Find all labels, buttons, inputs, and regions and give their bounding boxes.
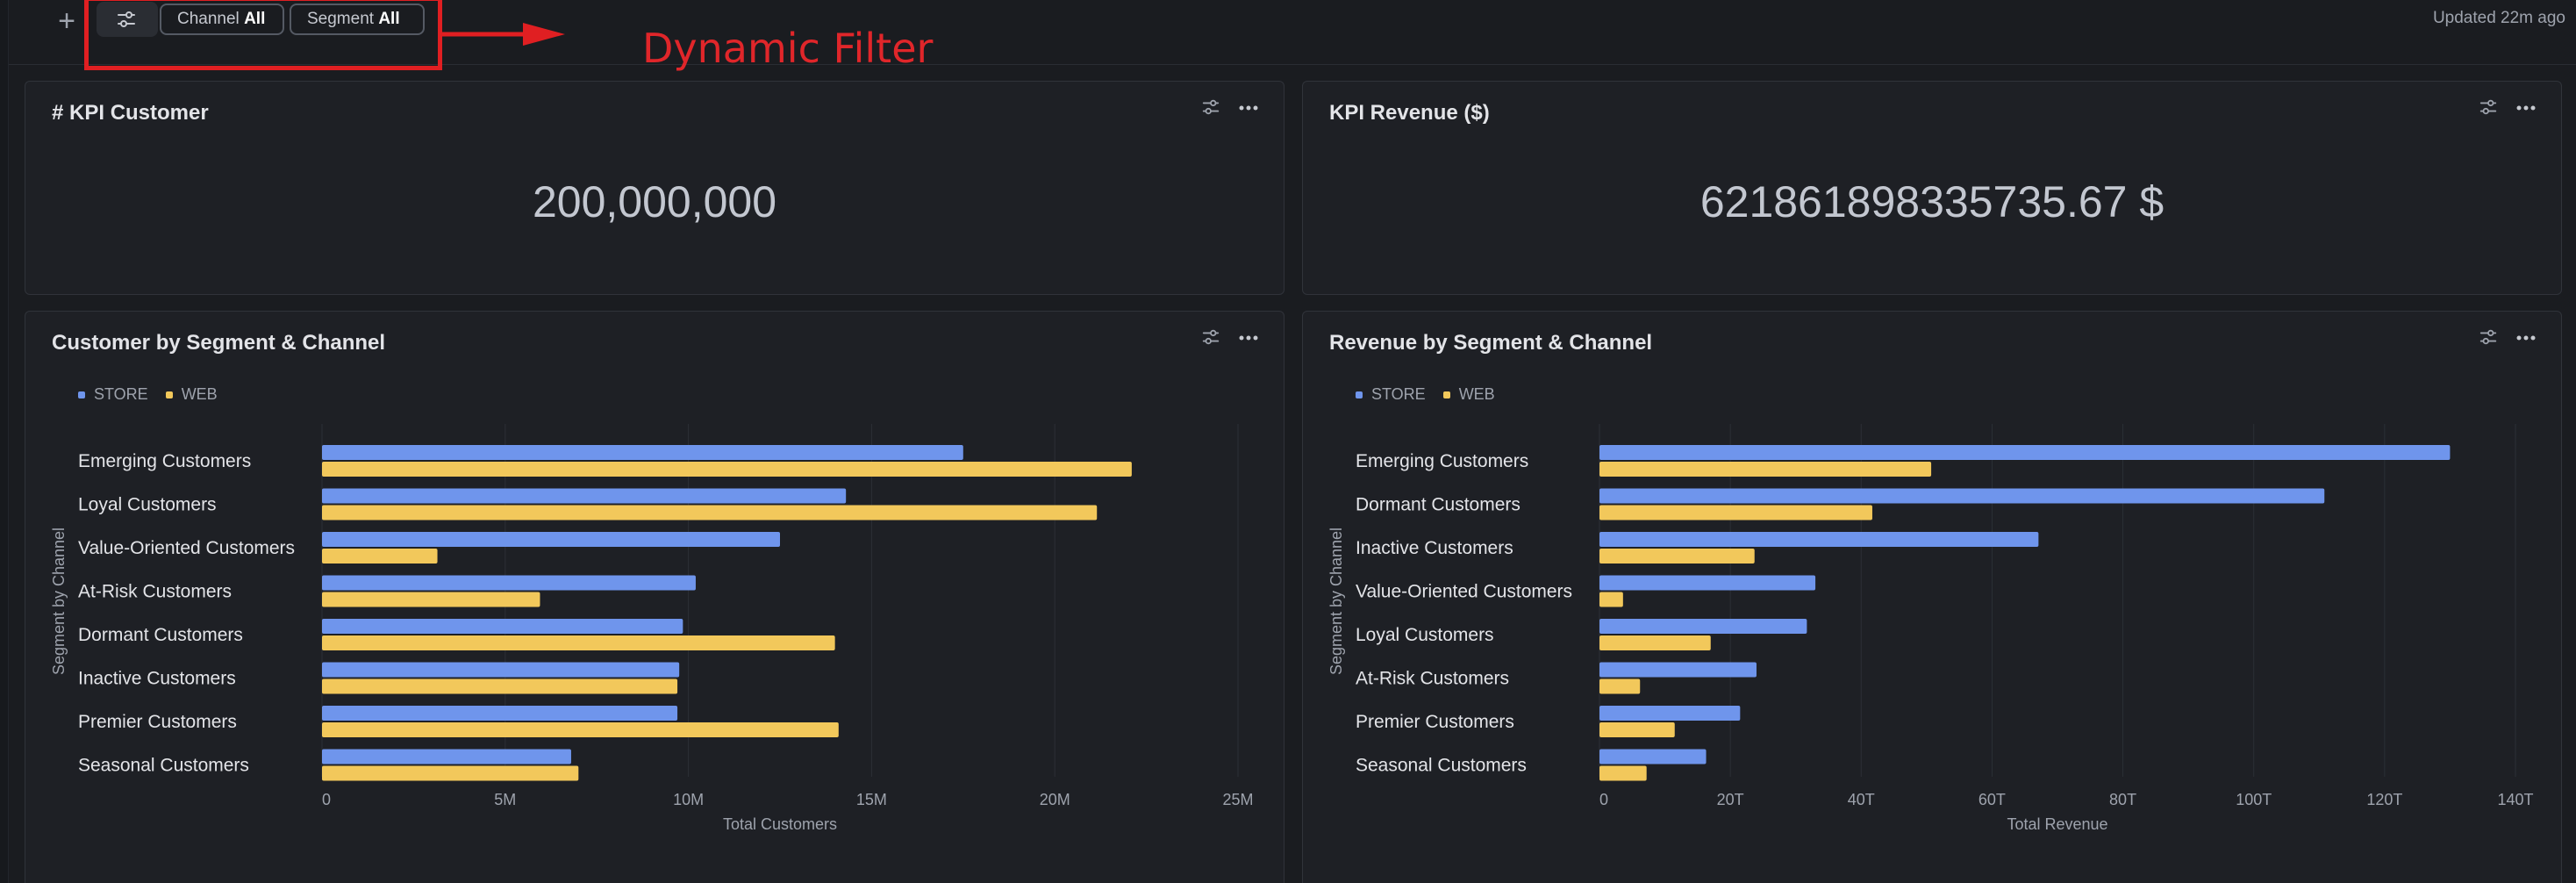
x-axis-title: Total Revenue <box>2007 815 2107 833</box>
y-category-label: Inactive Customers <box>1356 538 1513 558</box>
bar-store[interactable] <box>322 575 696 591</box>
x-tick-label: 140T <box>2497 791 2533 808</box>
bar-store[interactable] <box>1599 532 2039 547</box>
bar-store[interactable] <box>1599 662 1757 678</box>
more-icon[interactable] <box>1238 99 1259 117</box>
sliders-icon[interactable] <box>2479 97 2498 117</box>
bar-web[interactable] <box>322 549 438 564</box>
bar-store[interactable] <box>322 749 571 765</box>
bar-web[interactable] <box>1599 722 1675 737</box>
bar-store[interactable] <box>1599 619 1807 634</box>
y-category-label: Seasonal Customers <box>78 756 249 776</box>
left-edge-panel <box>0 0 9 883</box>
x-tick-label: 10M <box>673 791 704 808</box>
bar-web[interactable] <box>322 462 1132 477</box>
bar-store[interactable] <box>322 488 847 504</box>
card-title: KPI Revenue ($) <box>1329 101 1490 125</box>
x-tick-label: 40T <box>1848 791 1875 808</box>
bar-store[interactable] <box>1599 488 2325 504</box>
card-actions <box>2463 97 2542 124</box>
bar-store[interactable] <box>322 532 780 547</box>
dashboard-page: + Channel All Segment All Updated 22m ag… <box>0 0 2576 883</box>
y-category-label: Dormant Customers <box>78 625 243 645</box>
bar-web[interactable] <box>322 678 678 694</box>
kpi-revenue-card: KPI Revenue ($) 621861898335735.67 $ <box>1302 81 2562 295</box>
bar-store[interactable] <box>322 706 678 721</box>
card-actions <box>1185 97 1264 124</box>
card-title: # KPI Customer <box>52 101 209 125</box>
bar-store[interactable] <box>1599 749 1707 765</box>
kpi-value: 200,000,000 <box>532 177 777 226</box>
bar-store[interactable] <box>322 619 683 634</box>
bar-store[interactable] <box>1599 445 2451 460</box>
y-category-label: Emerging Customers <box>1356 451 1528 471</box>
updated-timestamp: Updated 22m ago <box>2432 9 2565 27</box>
kpi-customer-card: # KPI Customer 200,000,000 <box>25 81 1284 295</box>
y-category-label: Value-Oriented Customers <box>1356 582 1572 602</box>
x-tick-label: 15M <box>856 791 887 808</box>
annotation-label: Dynamic Filter <box>642 25 934 72</box>
x-tick-label: 60T <box>1979 791 2006 808</box>
bar-web[interactable] <box>1599 592 1623 607</box>
annotation-arrow <box>442 23 565 46</box>
bar-web[interactable] <box>322 722 839 737</box>
y-category-label: Premier Customers <box>78 712 237 732</box>
bar-web[interactable] <box>1599 678 1641 694</box>
x-tick-label: 80T <box>2109 791 2136 808</box>
revenue-chart-card: Revenue by Segment & Channel STORE WEB 0… <box>1302 311 2562 883</box>
y-category-label: Emerging Customers <box>78 451 251 471</box>
y-axis-title: Segment by Channel <box>50 528 68 675</box>
annotation-highlight-box <box>84 0 442 70</box>
kpi-value: 621861898335735.67 $ <box>1699 177 2165 226</box>
more-icon[interactable] <box>2515 99 2537 117</box>
y-category-label: Premier Customers <box>1356 712 1514 732</box>
bar-web[interactable] <box>1599 765 1647 781</box>
bar-web[interactable] <box>322 635 835 650</box>
bar-web[interactable] <box>1599 549 1755 564</box>
y-category-label: Loyal Customers <box>78 495 217 515</box>
x-tick-label: 120T <box>2366 791 2402 808</box>
x-tick-label: 20M <box>1040 791 1070 808</box>
y-category-label: At-Risk Customers <box>1356 669 1509 689</box>
y-category-label: Loyal Customers <box>1356 625 1494 645</box>
y-category-label: Dormant Customers <box>1356 495 1521 515</box>
y-category-label: Inactive Customers <box>78 669 236 689</box>
bar-web[interactable] <box>1599 635 1711 650</box>
bar-store[interactable] <box>322 662 680 678</box>
customer-chart-card: Customer by Segment & Channel STORE WEB … <box>25 311 1284 883</box>
bar-store[interactable] <box>1599 575 1816 591</box>
x-tick-label: 100T <box>2236 791 2272 808</box>
plus-icon: + <box>58 4 75 38</box>
x-tick-label: 0 <box>1599 791 1608 808</box>
customer-bar-chart: 0 5M 10M 15M 20M 25M Emerging Customers Loyal C… <box>50 424 1254 833</box>
bar-web[interactable] <box>322 505 1098 520</box>
x-tick-label: 25M <box>1222 791 1253 808</box>
add-button[interactable]: + <box>49 4 84 39</box>
y-axis-title: Segment by Channel <box>1327 528 1345 675</box>
x-tick-label: 20T <box>1717 791 1744 808</box>
x-tick-label: 0 <box>322 791 331 808</box>
x-tick-label: 5M <box>494 791 516 808</box>
y-category-label: At-Risk Customers <box>78 582 232 602</box>
y-category-label: Seasonal Customers <box>1356 756 1527 776</box>
revenue-bar-chart: 0 20T 40T 60T 80T 100T 120T 140T Emerging Custom… <box>1327 424 2534 833</box>
y-category-label: Value-Oriented Customers <box>78 538 295 558</box>
bar-web[interactable] <box>322 765 579 781</box>
sliders-icon[interactable] <box>1201 97 1220 117</box>
bar-web[interactable] <box>1599 505 1872 520</box>
bar-web[interactable] <box>322 592 540 607</box>
bar-web[interactable] <box>1599 462 1932 477</box>
bar-store[interactable] <box>1599 706 1741 721</box>
x-axis-title: Total Customers <box>723 815 837 833</box>
bar-store[interactable] <box>322 445 963 460</box>
